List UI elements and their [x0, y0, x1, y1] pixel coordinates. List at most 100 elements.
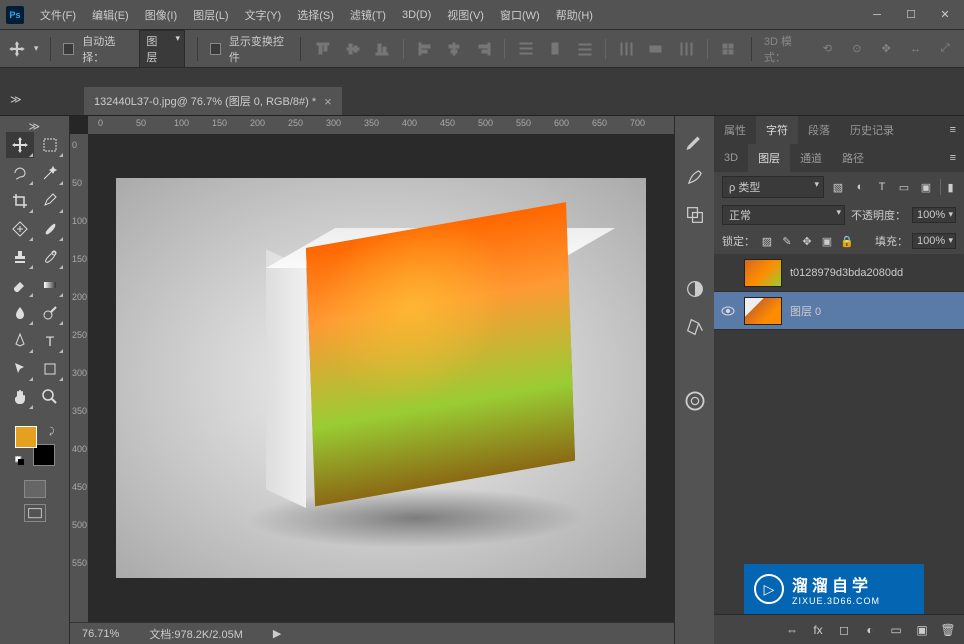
- new-layer-icon[interactable]: ▣: [914, 622, 930, 638]
- menu-3d[interactable]: 3D(D): [394, 0, 439, 30]
- path-select-tool[interactable]: [6, 356, 34, 382]
- menu-window[interactable]: 窗口(W): [492, 0, 548, 30]
- brush-settings-icon[interactable]: [684, 166, 706, 188]
- panel-menu-icon[interactable]: ≡: [942, 124, 964, 136]
- tab-paragraph[interactable]: 段落: [798, 116, 840, 144]
- filter-toggle-icon[interactable]: ▮: [940, 179, 956, 195]
- layer-filter-type[interactable]: ρ 类型: [722, 176, 824, 198]
- delete-layer-icon[interactable]: 🗑: [940, 622, 956, 638]
- dodge-tool[interactable]: [36, 300, 64, 326]
- layer-group-icon[interactable]: ▭: [888, 622, 904, 638]
- distribute-top-icon[interactable]: [515, 37, 536, 61]
- auto-align-icon[interactable]: [718, 37, 739, 61]
- auto-select-target[interactable]: 图层: [139, 30, 185, 68]
- menu-filter[interactable]: 滤镜(T): [342, 0, 394, 30]
- distribute-hcenter-icon[interactable]: [646, 37, 667, 61]
- filter-image-icon[interactable]: ▧: [830, 179, 846, 195]
- 3d-scale-icon[interactable]: ⤢: [934, 37, 955, 61]
- panel-menu-icon[interactable]: ≡: [942, 152, 964, 164]
- layer-name[interactable]: 图层 0: [790, 303, 821, 319]
- magic-wand-tool[interactable]: [36, 160, 64, 186]
- menu-type[interactable]: 文字(Y): [237, 0, 290, 30]
- libraries-icon[interactable]: [684, 390, 706, 412]
- lock-transparent-icon[interactable]: ▨: [759, 233, 775, 249]
- lock-position-icon[interactable]: ✥: [799, 233, 815, 249]
- lock-all-icon[interactable]: 🔒: [839, 233, 855, 249]
- layer-fx-icon[interactable]: fx: [810, 622, 826, 638]
- distribute-vcenter-icon[interactable]: [545, 37, 566, 61]
- styles-icon[interactable]: [684, 316, 706, 338]
- toolbox-dropdown-icon[interactable]: ≫: [29, 120, 41, 128]
- align-vcenter-icon[interactable]: [342, 37, 363, 61]
- move-tool-icon[interactable]: [8, 39, 26, 59]
- minimize-button[interactable]: ─: [862, 5, 892, 25]
- layer-visibility-icon[interactable]: [720, 303, 736, 319]
- type-tool[interactable]: T: [36, 328, 64, 354]
- fill-input[interactable]: 100%: [912, 233, 956, 249]
- lasso-tool[interactable]: [6, 160, 34, 186]
- align-right-icon[interactable]: [473, 37, 494, 61]
- 3d-roll-icon[interactable]: ⊙: [846, 37, 867, 61]
- document-canvas[interactable]: [116, 178, 646, 578]
- document-tab[interactable]: 132440L37-0.jpg@ 76.7% (图层 0, RGB/8#) * …: [84, 87, 342, 115]
- align-left-icon[interactable]: [414, 37, 435, 61]
- zoom-tool[interactable]: [36, 384, 64, 410]
- close-button[interactable]: ✕: [930, 5, 960, 25]
- crop-tool[interactable]: [6, 188, 34, 214]
- eyedropper-tool[interactable]: [36, 188, 64, 214]
- blur-tool[interactable]: [6, 300, 34, 326]
- swap-colors-icon[interactable]: ⤸: [49, 426, 54, 437]
- distribute-bottom-icon[interactable]: [574, 37, 595, 61]
- layer-mask-icon[interactable]: ◻: [836, 622, 852, 638]
- 3d-pan-icon[interactable]: ✥: [876, 37, 897, 61]
- screen-mode-button[interactable]: [24, 504, 46, 522]
- distribute-left-icon[interactable]: [616, 37, 637, 61]
- align-bottom-icon[interactable]: [372, 37, 393, 61]
- hand-tool[interactable]: [6, 384, 34, 410]
- brush-presets-icon[interactable]: [684, 128, 706, 150]
- tab-3d[interactable]: 3D: [714, 146, 748, 170]
- gradient-tool[interactable]: [36, 272, 64, 298]
- adjustment-layer-icon[interactable]: ◐: [862, 622, 878, 638]
- marquee-tool[interactable]: [36, 132, 64, 158]
- menu-file[interactable]: 文件(F): [32, 0, 84, 30]
- ruler-horizontal[interactable]: 0501001502002503003504004505005506006507…: [88, 116, 674, 134]
- tab-character[interactable]: 字符: [756, 116, 798, 144]
- align-top-icon[interactable]: [313, 37, 334, 61]
- lock-pixels-icon[interactable]: ✎: [779, 233, 795, 249]
- layer-name[interactable]: t0128979d3bda2080dd: [790, 267, 903, 279]
- clone-source-icon[interactable]: [684, 204, 706, 226]
- healing-tool[interactable]: [6, 216, 34, 242]
- align-hcenter-icon[interactable]: [443, 37, 464, 61]
- layer-row[interactable]: 图层 0: [714, 292, 964, 330]
- filter-smart-icon[interactable]: ▣: [918, 179, 934, 195]
- doc-info[interactable]: 文档:978.2K/2.05M: [149, 626, 243, 642]
- shape-tool[interactable]: [36, 356, 64, 382]
- adjustments-icon[interactable]: [684, 278, 706, 300]
- stamp-tool[interactable]: [6, 244, 34, 270]
- foreground-color[interactable]: [15, 426, 37, 448]
- layer-visibility-icon[interactable]: [720, 265, 736, 281]
- tab-dropdown-icon[interactable]: ≫: [10, 93, 24, 107]
- maximize-button[interactable]: ☐: [896, 5, 926, 25]
- menu-select[interactable]: 选择(S): [289, 0, 342, 30]
- tab-layers[interactable]: 图层: [748, 144, 790, 172]
- menu-view[interactable]: 视图(V): [439, 0, 492, 30]
- 3d-slide-icon[interactable]: ↔: [905, 37, 926, 61]
- zoom-level[interactable]: 76.71%: [82, 628, 119, 640]
- tab-paths[interactable]: 路径: [832, 144, 874, 172]
- app-logo[interactable]: Ps: [6, 6, 24, 24]
- filter-adjust-icon[interactable]: ◐: [852, 179, 868, 195]
- menu-edit[interactable]: 编辑(E): [84, 0, 137, 30]
- move-tool[interactable]: [6, 132, 34, 158]
- menu-help[interactable]: 帮助(H): [548, 0, 601, 30]
- menu-layer[interactable]: 图层(L): [185, 0, 236, 30]
- 3d-orbit-icon[interactable]: ⟲: [817, 37, 838, 61]
- filter-shape-icon[interactable]: ▭: [896, 179, 912, 195]
- reset-colors-icon[interactable]: [15, 456, 25, 466]
- auto-select-checkbox[interactable]: [63, 43, 74, 55]
- layer-thumbnail[interactable]: [744, 259, 782, 287]
- quick-mask-button[interactable]: [24, 480, 46, 498]
- tab-history[interactable]: 历史记录: [840, 116, 904, 144]
- eraser-tool[interactable]: [6, 272, 34, 298]
